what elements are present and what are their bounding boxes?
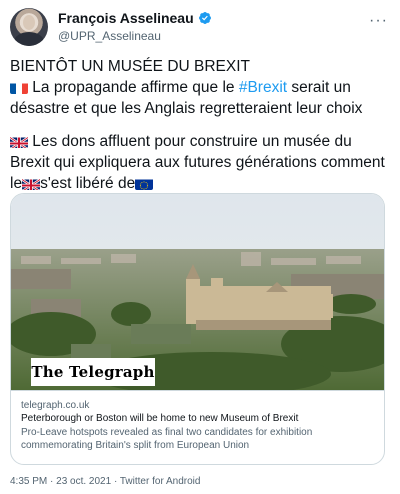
author-name[interactable]: François Asselineau — [58, 10, 194, 26]
card-body[interactable]: telegraph.co.uk Peterborough or Boston w… — [11, 390, 384, 464]
uk-flag-icon — [22, 177, 41, 190]
card-domain: telegraph.co.uk — [21, 400, 90, 411]
france-flag-icon — [10, 81, 28, 94]
eu-flag-icon — [135, 177, 154, 190]
tweet-text: BIENTÔT UN MUSÉE DU BREXIT La propagande… — [10, 56, 390, 194]
tweet-paragraph-2: Les dons affluent pour construire un mus… — [10, 131, 390, 194]
paragraph-2-mid: s'est libéré de — [40, 175, 136, 192]
card-description: Pro-Leave hotspots revealed as final two… — [21, 427, 313, 451]
paragraph-1-before: La propagande affirme que le — [28, 79, 239, 96]
brexit-hashtag-link[interactable]: #Brexit — [239, 79, 287, 96]
telegraph-logo: The Telegraph — [31, 358, 155, 386]
tweet-paragraph-1: La propagande affirme que le #Brexit ser… — [10, 77, 390, 119]
telegraph-logo-text: The Telegraph — [31, 363, 155, 381]
avatar-head — [23, 15, 35, 30]
verified-badge-icon — [198, 12, 211, 24]
tweet-title-line: BIENTÔT UN MUSÉE DU BREXIT — [10, 58, 250, 75]
uk-flag-icon — [10, 135, 28, 148]
three-dots-icon[interactable]: ··· — [369, 12, 388, 30]
tweet-header: François Asselineau @UPR_Asselineau ··· — [10, 8, 390, 48]
author-name-row: François Asselineau — [58, 10, 212, 26]
avatar-shoulders — [14, 32, 44, 46]
link-preview-card[interactable]: The Telegraph telegraph.co.uk Peterborou… — [10, 193, 385, 465]
author-avatar[interactable] — [10, 8, 48, 46]
author-handle[interactable]: @UPR_Asselineau — [58, 29, 161, 43]
tweet-timestamp[interactable]: 4:35 PM · 23 oct. 2021 · Twitter for And… — [10, 476, 200, 487]
card-title: Peterborough or Boston will be home to n… — [21, 413, 299, 424]
